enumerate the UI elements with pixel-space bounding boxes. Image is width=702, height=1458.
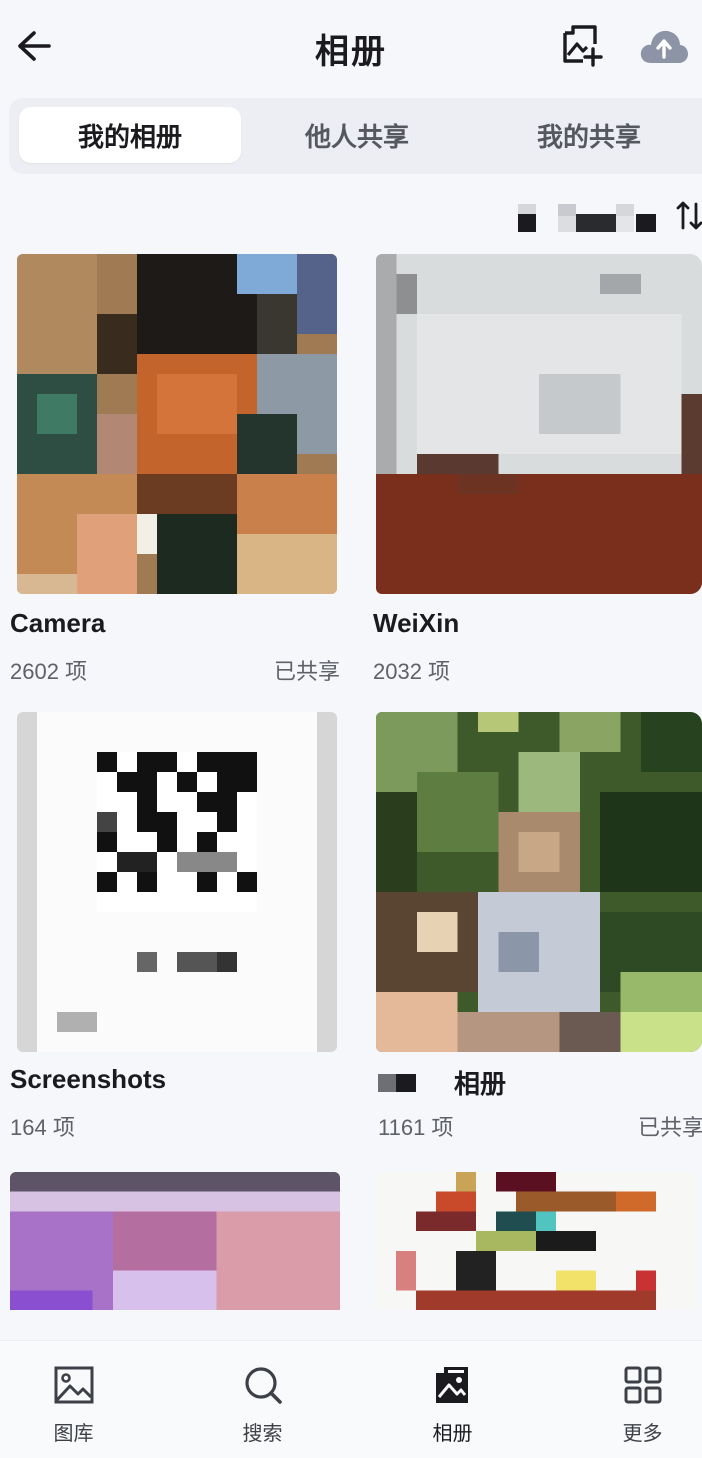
search-icon — [244, 1367, 282, 1404]
album-count: 164 项 — [10, 1115, 75, 1140]
nav-item-search[interactable]: 搜索 — [175, 1341, 350, 1458]
add-album-button[interactable] — [556, 20, 606, 70]
shared-badge: 已共享 — [274, 659, 341, 684]
nav-item-gallery[interactable]: 图库 — [0, 1341, 161, 1458]
album-tabs: 我的相册 他人共享 我的共享 — [9, 98, 702, 174]
nav-label: 图库 — [53, 1423, 94, 1445]
nav-item-albums[interactable]: 相册 — [365, 1341, 540, 1458]
album-name: Screenshots — [10, 1064, 167, 1094]
nav-label: 相册 — [432, 1423, 473, 1445]
cloud-upload-icon — [640, 30, 688, 63]
album-count: 1161 项 — [378, 1115, 454, 1140]
image-icon — [54, 1366, 93, 1404]
shared-badge: 已共享 — [638, 1115, 702, 1140]
album-count: 2602 项 — [10, 659, 88, 684]
album-thumbnail[interactable] — [17, 712, 337, 1052]
sort-button[interactable] — [676, 200, 702, 232]
grid-icon — [624, 1366, 661, 1404]
album-name-redacted-icon — [378, 1074, 416, 1092]
nav-label: 搜索 — [242, 1423, 283, 1445]
sort-label-redacted — [518, 204, 656, 232]
cloud-upload-button[interactable] — [636, 22, 692, 70]
tab-shared-by-others[interactable]: 他人共享 — [249, 107, 465, 163]
header: 相册 — [0, 0, 702, 94]
album-icon — [435, 1367, 468, 1403]
album-thumbnail[interactable] — [376, 1172, 696, 1310]
album-thumbnail[interactable] — [376, 254, 702, 594]
nav-label: 更多 — [622, 1423, 663, 1445]
tab-my-albums[interactable]: 我的相册 — [19, 107, 241, 163]
album-name: Camera — [10, 608, 106, 638]
add-album-icon — [563, 25, 603, 67]
bottom-navigation: 图库 搜索 相册 更多 — [0, 1340, 702, 1458]
album-name: 相册 — [454, 1069, 507, 1099]
sort-icon — [676, 201, 702, 230]
nav-item-more[interactable]: 更多 — [555, 1341, 702, 1458]
album-thumbnail[interactable] — [17, 254, 337, 594]
album-name: WeiXin — [373, 608, 460, 638]
album-thumbnail[interactable] — [376, 712, 702, 1052]
tab-my-shares[interactable]: 我的共享 — [481, 107, 697, 163]
album-count: 2032 项 — [373, 659, 451, 684]
album-thumbnail[interactable] — [10, 1172, 340, 1310]
